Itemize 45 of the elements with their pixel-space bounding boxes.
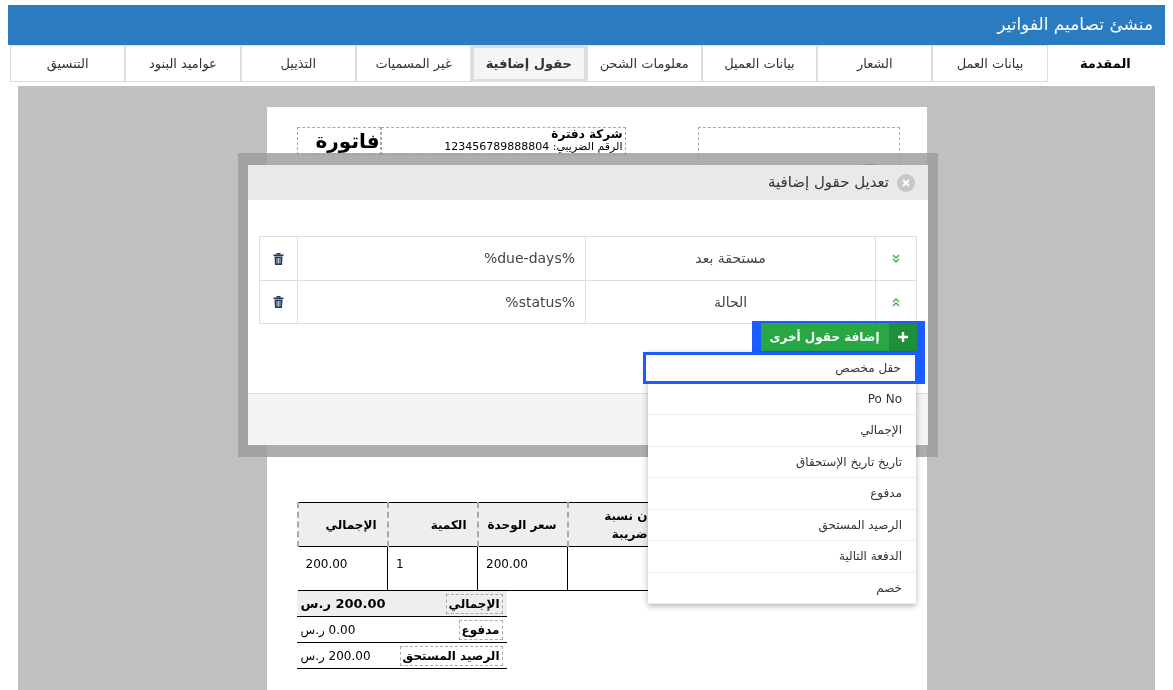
trash-icon[interactable] [273, 252, 284, 265]
double-chevron-up-icon[interactable] [891, 296, 901, 308]
menu-item[interactable]: تاريخ تاريخ الإستحقاق [648, 446, 916, 478]
total-label: الرصيد المستحق [399, 645, 503, 666]
trash-icon[interactable] [273, 296, 284, 308]
company-name: شركة دفترة [551, 128, 623, 141]
field-value: %status% [505, 292, 575, 312]
tab[interactable]: التذييل [240, 45, 356, 82]
tab[interactable]: معلومات الشحن [586, 45, 702, 82]
menu-item[interactable]: مدفوع [648, 478, 916, 510]
total-label: مدفوع [458, 619, 503, 640]
field-value: %due-days% [483, 249, 575, 268]
table-cell: 200.00 [486, 557, 528, 571]
menu-item[interactable]: الرصيد المستحق [648, 509, 916, 541]
plus-icon[interactable] [897, 332, 908, 342]
menu-item[interactable]: حقل مخصص [643, 352, 925, 384]
table-cell: 200.00 [305, 557, 348, 571]
tab[interactable]: عواميد البنود [125, 45, 241, 82]
invoice-title: فاتورة [315, 131, 380, 151]
total-label: الإجمالي [445, 593, 503, 614]
table-cell: 1 [396, 557, 404, 571]
tab[interactable]: حقول إضافية [471, 45, 587, 82]
dialog-title: تعديل حقول إضافية [767, 172, 889, 194]
tab[interactable]: غير المسميات [355, 45, 472, 82]
column-header: الكمية [430, 517, 467, 532]
tab[interactable]: التنسيق [10, 45, 126, 82]
total-value: 200.00 ر.س [300, 594, 386, 613]
close-icon[interactable] [902, 178, 910, 187]
close-button[interactable] [897, 173, 915, 192]
total-value: 0.00 ر.س [300, 621, 356, 639]
tab[interactable]: بيانات العمل [932, 45, 1048, 82]
column-header: الإجمالي [325, 517, 377, 532]
column-header: سعر الوحدة [487, 517, 557, 532]
column-header: ن نسبة ضريبة [604, 508, 648, 541]
double-chevron-down-icon[interactable] [891, 252, 901, 265]
menu-item[interactable]: الدفعة التالية [648, 541, 916, 573]
menu-item[interactable]: Po No [648, 383, 916, 415]
menu-item[interactable]: خصم [648, 572, 916, 604]
tab[interactable]: بيانات العميل [701, 45, 818, 82]
tab[interactable]: الشعار [817, 45, 933, 82]
window-title: منشئ تصاميم الفواتير [997, 13, 1153, 37]
menu-item[interactable]: الإجمالي [648, 415, 916, 447]
total-value: 200.00 ر.س [300, 647, 371, 665]
field-label: مستحقة بعد [695, 249, 766, 268]
field-label: الحالة [713, 292, 748, 312]
